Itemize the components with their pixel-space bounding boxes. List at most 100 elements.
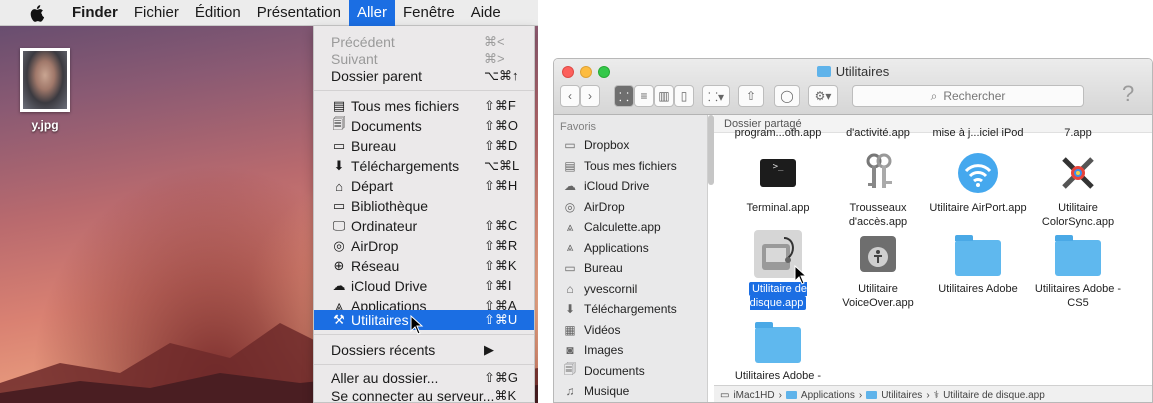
terminal-icon: >_: [754, 149, 802, 197]
menu-item-icloud-drive[interactable]: ☁ iCloud Drive ⇧⌘I: [314, 276, 534, 296]
menu-item-tous-mes-fichiers[interactable]: ▤ Tous mes fichiers ⇧⌘F: [314, 96, 534, 116]
desktop-icon: ▭: [564, 261, 576, 276]
downloads-icon: ⬇: [333, 158, 345, 173]
sidebar-item-tous-mes-fichiers[interactable]: ▤ Tous mes fichiers: [554, 156, 707, 177]
sidebar-item-telechargements[interactable]: ⬇ Téléchargements: [554, 299, 707, 320]
path-segment[interactable]: Utilitaires: [881, 390, 922, 401]
tag-button[interactable]: ◯: [774, 85, 800, 107]
search-icon: ⌕: [930, 88, 938, 103]
file-utilitaire-de-disque[interactable]: Utilitaire de disque.app: [728, 230, 828, 310]
file-utilitaire-colorsync[interactable]: Utilitaire ColorSync.app: [1028, 149, 1128, 229]
menu-item-depart[interactable]: ⌂ Départ ⇧⌘H: [314, 176, 534, 196]
menu-separator: [314, 90, 534, 91]
desktop-file-icon[interactable]: y.jpg: [20, 48, 70, 132]
list-view-button[interactable]: ≡: [634, 85, 654, 107]
applications-icon: ⩓: [566, 240, 574, 255]
computer-icon: 🖵: [332, 218, 346, 233]
file-utilitaire-voiceover[interactable]: Utilitaire VoiceOver.app: [828, 230, 928, 310]
file-utilitaire-airport[interactable]: Utilitaire AirPort.app: [928, 149, 1028, 215]
menu-item-utilitaires[interactable]: ⚒ Utilitaires ⇧⌘U: [314, 310, 534, 330]
applications-icon: ⩓: [566, 219, 574, 234]
truncated-item[interactable]: 7.app: [1028, 127, 1128, 139]
icon-view-button[interactable]: ⸬: [614, 85, 634, 107]
menu-item-telechargements[interactable]: ⬇ Téléchargements ⌥⌘L: [314, 156, 534, 176]
sidebar-item-images[interactable]: ◙ Images: [554, 340, 707, 361]
menu-item-bureau[interactable]: ▭ Bureau ⇧⌘D: [314, 136, 534, 156]
sidebar-item-documents[interactable]: 🗐 Documents: [554, 361, 707, 382]
voiceover-icon: [854, 230, 902, 278]
path-segment[interactable]: Utilitaire de disque.app: [943, 390, 1045, 401]
share-button[interactable]: ⇧: [738, 85, 764, 107]
airdrop-icon: ◎: [333, 238, 345, 253]
path-segment[interactable]: iMac1HD: [733, 390, 774, 401]
menu-item-dossiers-recents[interactable]: Dossiers récents ▶: [314, 340, 534, 360]
window-title-text: Utilitaires: [835, 64, 890, 79]
wifi-icon: [954, 149, 1002, 197]
menu-item-se-connecter[interactable]: Se connecter au serveur... ⌘K: [314, 386, 534, 403]
menu-item-dossier-parent[interactable]: Dossier parent ⌥⌘↑: [314, 66, 534, 86]
music-note-icon: ♫: [565, 384, 575, 399]
sidebar-item-icloud-drive[interactable]: ☁ iCloud Drive: [554, 176, 707, 197]
menu-item-reseau[interactable]: ⊕ Réseau ⇧⌘K: [314, 256, 534, 276]
folder-icon: [785, 391, 797, 399]
colorsync-tools-icon: [1054, 149, 1102, 197]
window-title: Utilitaires: [554, 64, 1152, 79]
menu-edition[interactable]: Édition: [187, 0, 249, 26]
menu-presentation[interactable]: Présentation: [249, 0, 349, 26]
finder-sidebar: Favoris ▭ Dropbox ▤ Tous mes fichiers ☁ iCl…: [554, 115, 708, 402]
sidebar-item-home[interactable]: ⌂ yvescornil: [554, 279, 707, 300]
path-separator-icon: ›: [778, 389, 782, 401]
folder-utilitaires-adobe[interactable]: Utilitaires Adobe: [928, 230, 1028, 296]
documents-icon: 🗐: [564, 362, 576, 377]
forward-button[interactable]: ›: [580, 85, 600, 107]
search-placeholder: Rechercher: [943, 89, 1006, 103]
sidebar-item-airdrop[interactable]: ◎ AirDrop: [554, 197, 707, 218]
menu-fenetre[interactable]: Fenêtre: [395, 0, 463, 26]
menu-item-documents[interactable]: 🗐 Documents ⇧⌘O: [314, 116, 534, 136]
help-button[interactable]: ?: [1122, 81, 1134, 107]
sidebar-item-applications[interactable]: ⩓ Applications: [554, 238, 707, 259]
path-bar: ▭ iMac1HD › Applications › Utilitaires ›…: [714, 385, 1152, 402]
menu-item-ordinateur[interactable]: 🖵 Ordinateur ⇧⌘C: [314, 216, 534, 236]
arrange-menu-button[interactable]: ⸬▾: [702, 85, 730, 107]
apple-menu-icon[interactable]: [30, 4, 46, 22]
folder-icon: ▭: [564, 138, 576, 153]
finder-window: Utilitaires ‹ › ⸬ ≡ ▥ ▯ ⸬▾ ⇧ ◯ ⚙▾ ⌕ Rech…: [553, 58, 1153, 403]
sidebar-item-dropbox[interactable]: ▭ Dropbox: [554, 135, 707, 156]
cover-flow-button[interactable]: ▯: [674, 85, 694, 107]
menu-item-airdrop[interactable]: ◎ AirDrop ⇧⌘R: [314, 236, 534, 256]
mouse-cursor-icon: [794, 265, 808, 285]
menu-finder[interactable]: Finder: [64, 0, 126, 26]
folder-utilitaires-adobe-cs55[interactable]: Utilitaires Adobe - CS5.5: [728, 317, 828, 385]
submenu-arrow-icon: ▶: [484, 342, 494, 357]
back-button[interactable]: ‹: [560, 85, 580, 107]
sidebar-item-musique[interactable]: ♫ Musique: [554, 381, 707, 402]
folder-utilitaires-adobe-cs5[interactable]: Utilitaires Adobe - CS5: [1028, 230, 1128, 310]
all-files-icon: ▤: [332, 98, 346, 113]
menu-aller[interactable]: Aller: [348, 0, 395, 26]
menu-item-bibliotheque[interactable]: ▭ Bibliothèque: [314, 196, 534, 216]
path-segment[interactable]: Applications: [801, 390, 855, 401]
menu-separator: [314, 334, 534, 335]
column-view-button[interactable]: ▥: [654, 85, 674, 107]
menu-fichier[interactable]: Fichier: [126, 0, 187, 26]
menu-aide[interactable]: Aide: [463, 0, 509, 26]
file-trousseaux[interactable]: Trousseaux d'accès.app: [828, 149, 928, 229]
action-gear-button[interactable]: ⚙▾: [808, 85, 838, 107]
hard-drive-icon: ▭: [720, 389, 730, 401]
desktop-icon: ▭: [332, 138, 346, 153]
mouse-cursor-icon: [410, 315, 424, 335]
finder-content-area: Dossier partagé program...oth.app d'acti…: [714, 115, 1152, 385]
sidebar-item-videos[interactable]: ▦ Vidéos: [554, 320, 707, 341]
truncated-item[interactable]: d'activité.app: [828, 127, 928, 139]
sidebar-item-calculette[interactable]: ⩓ Calculette.app: [554, 217, 707, 238]
cloud-icon: ☁: [564, 179, 576, 194]
file-terminal[interactable]: >_ Terminal.app: [728, 149, 828, 215]
menu-item-aller-au-dossier[interactable]: Aller au dossier... ⇧⌘G: [314, 368, 534, 388]
truncated-item[interactable]: program...oth.app: [728, 127, 828, 139]
search-input[interactable]: ⌕ Rechercher: [852, 85, 1084, 107]
sidebar-item-bureau[interactable]: ▭ Bureau: [554, 258, 707, 279]
desktop-panel: Finder Fichier Édition Présentation Alle…: [0, 0, 538, 403]
truncated-item[interactable]: mise à j...iciel iPod: [928, 127, 1028, 139]
disk-utility-stethoscope-icon: ⚕: [933, 389, 940, 401]
